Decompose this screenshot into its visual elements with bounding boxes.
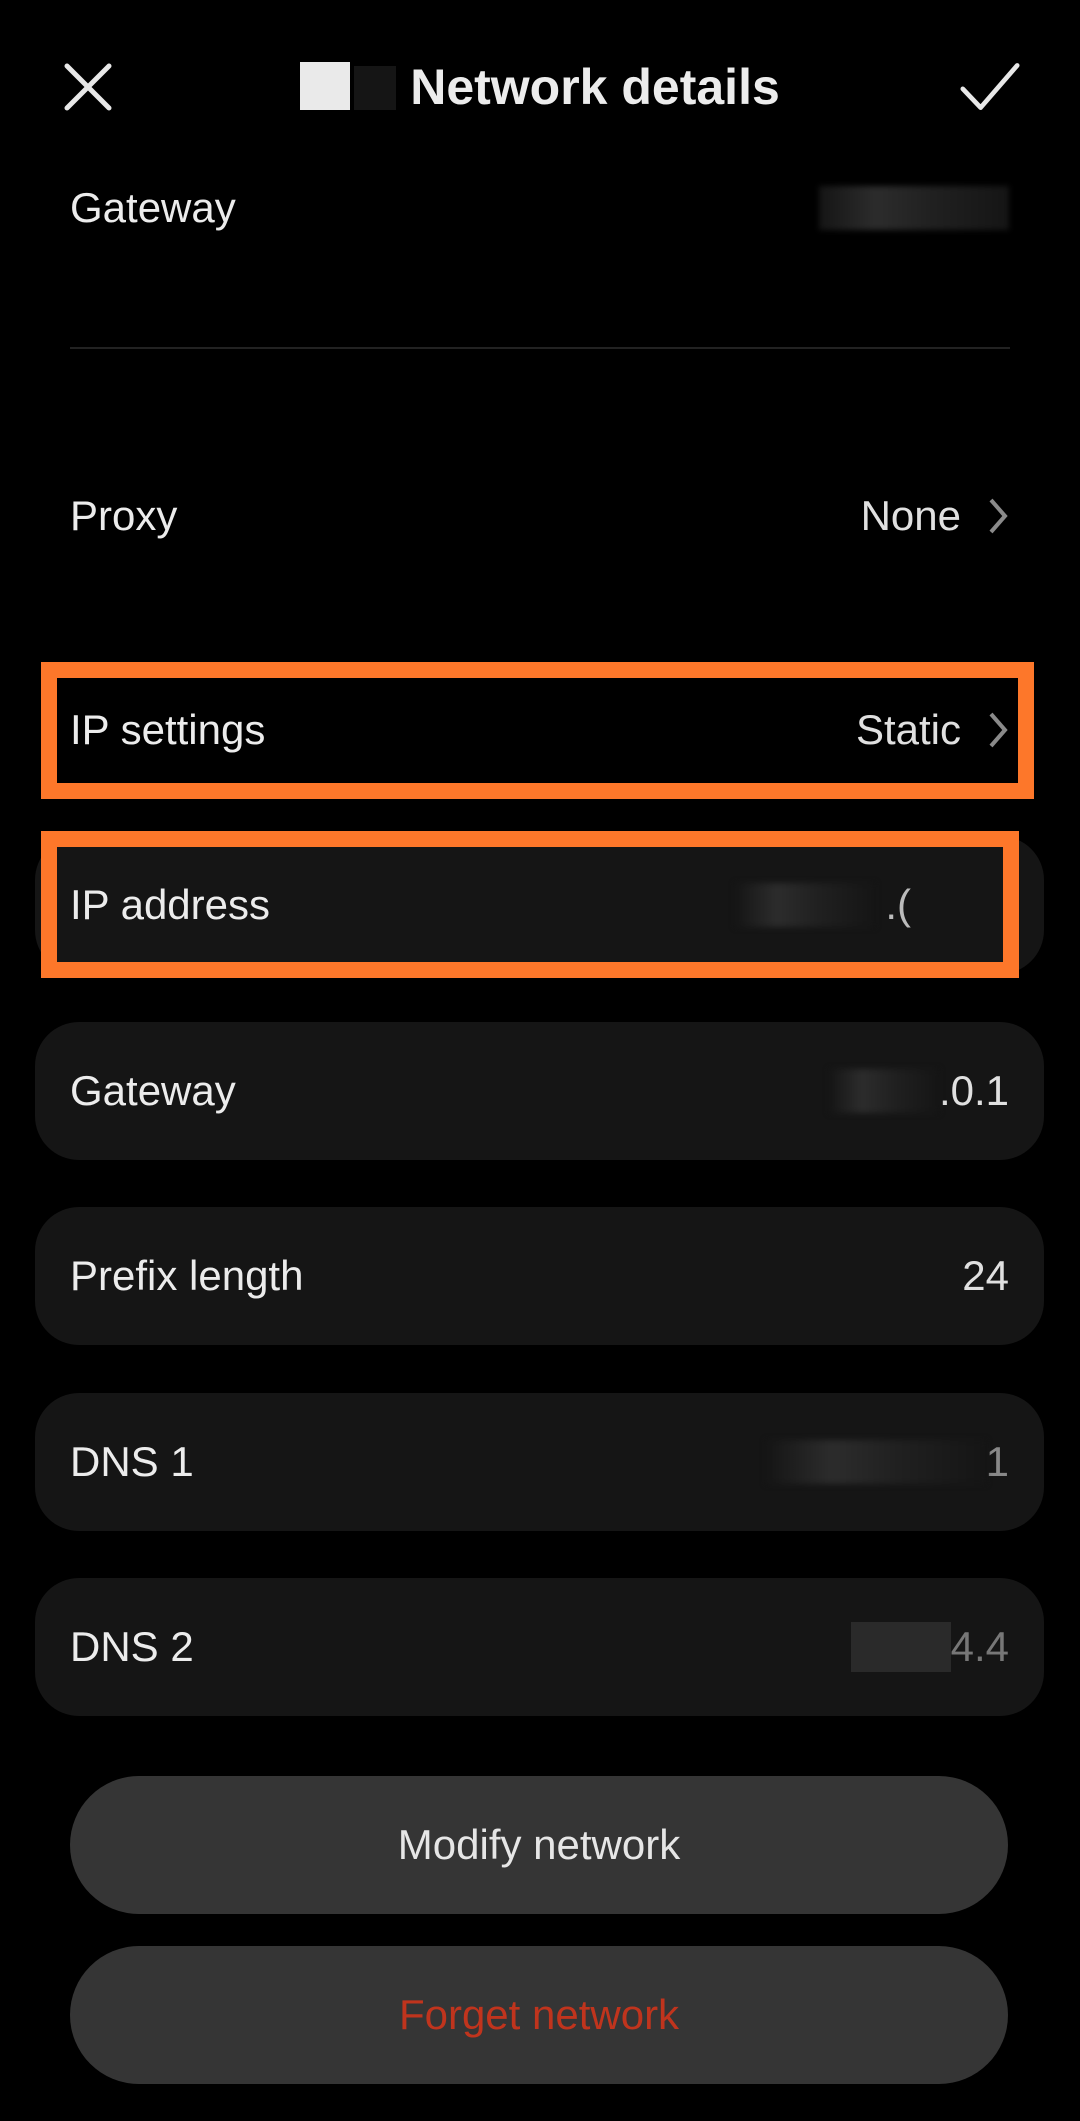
proxy-row[interactable]: Proxy None — [35, 456, 1044, 576]
ip-address-field[interactable]: IP address .( — [35, 836, 1044, 974]
divider — [70, 347, 1010, 349]
confirm-button[interactable] — [960, 57, 1020, 117]
dns2-label: DNS 2 — [70, 1623, 194, 1670]
gateway-label: Gateway — [70, 1067, 236, 1114]
modify-network-button[interactable]: Modify network — [70, 1776, 1008, 1914]
ip-settings-label: IP settings — [70, 706, 266, 753]
redacted-gateway-value — [819, 186, 1009, 230]
redacted-network-name — [300, 62, 351, 110]
redacted-dns2-value — [850, 1622, 951, 1672]
dns2-value: 4.4 — [950, 1623, 1009, 1670]
gateway-label: Gateway — [70, 184, 236, 231]
redacted-gateway-value — [828, 1069, 939, 1113]
check-icon — [960, 63, 1020, 110]
ip-settings-row[interactable]: IP settings Static — [35, 670, 1044, 790]
ip-settings-value: Static — [855, 706, 961, 753]
page-title: Network details — [0, 56, 1080, 118]
dns2-field[interactable]: DNS 2 4.4 — [35, 1578, 1044, 1716]
forget-network-button[interactable]: Forget network — [70, 1946, 1008, 2084]
gateway-value: .0.1 — [938, 1067, 1009, 1114]
redacted-dns1-value — [765, 1440, 986, 1484]
gateway-field[interactable]: Gateway .0.1 — [35, 1022, 1044, 1160]
ip-address-label: IP address — [70, 881, 271, 928]
prefix-length-value: 24 — [962, 1252, 1009, 1299]
proxy-label: Proxy — [70, 492, 178, 539]
ip-address-value: .( — [885, 881, 911, 928]
dns1-label: DNS 1 — [70, 1438, 194, 1485]
chevron-right-icon — [989, 712, 1008, 748]
prefix-length-label: Prefix length — [70, 1252, 304, 1299]
gateway-row-top: Gateway — [35, 148, 1044, 268]
proxy-value: None — [860, 492, 961, 539]
prefix-length-field[interactable]: Prefix length 24 — [35, 1207, 1044, 1345]
redacted-network-name-part — [354, 66, 397, 110]
redacted-ip-value — [735, 883, 876, 927]
dns1-field[interactable]: DNS 1 1 — [35, 1393, 1044, 1531]
title-text: Network details — [410, 59, 780, 115]
dns1-value: 1 — [985, 1438, 1009, 1485]
chevron-right-icon — [989, 498, 1008, 534]
